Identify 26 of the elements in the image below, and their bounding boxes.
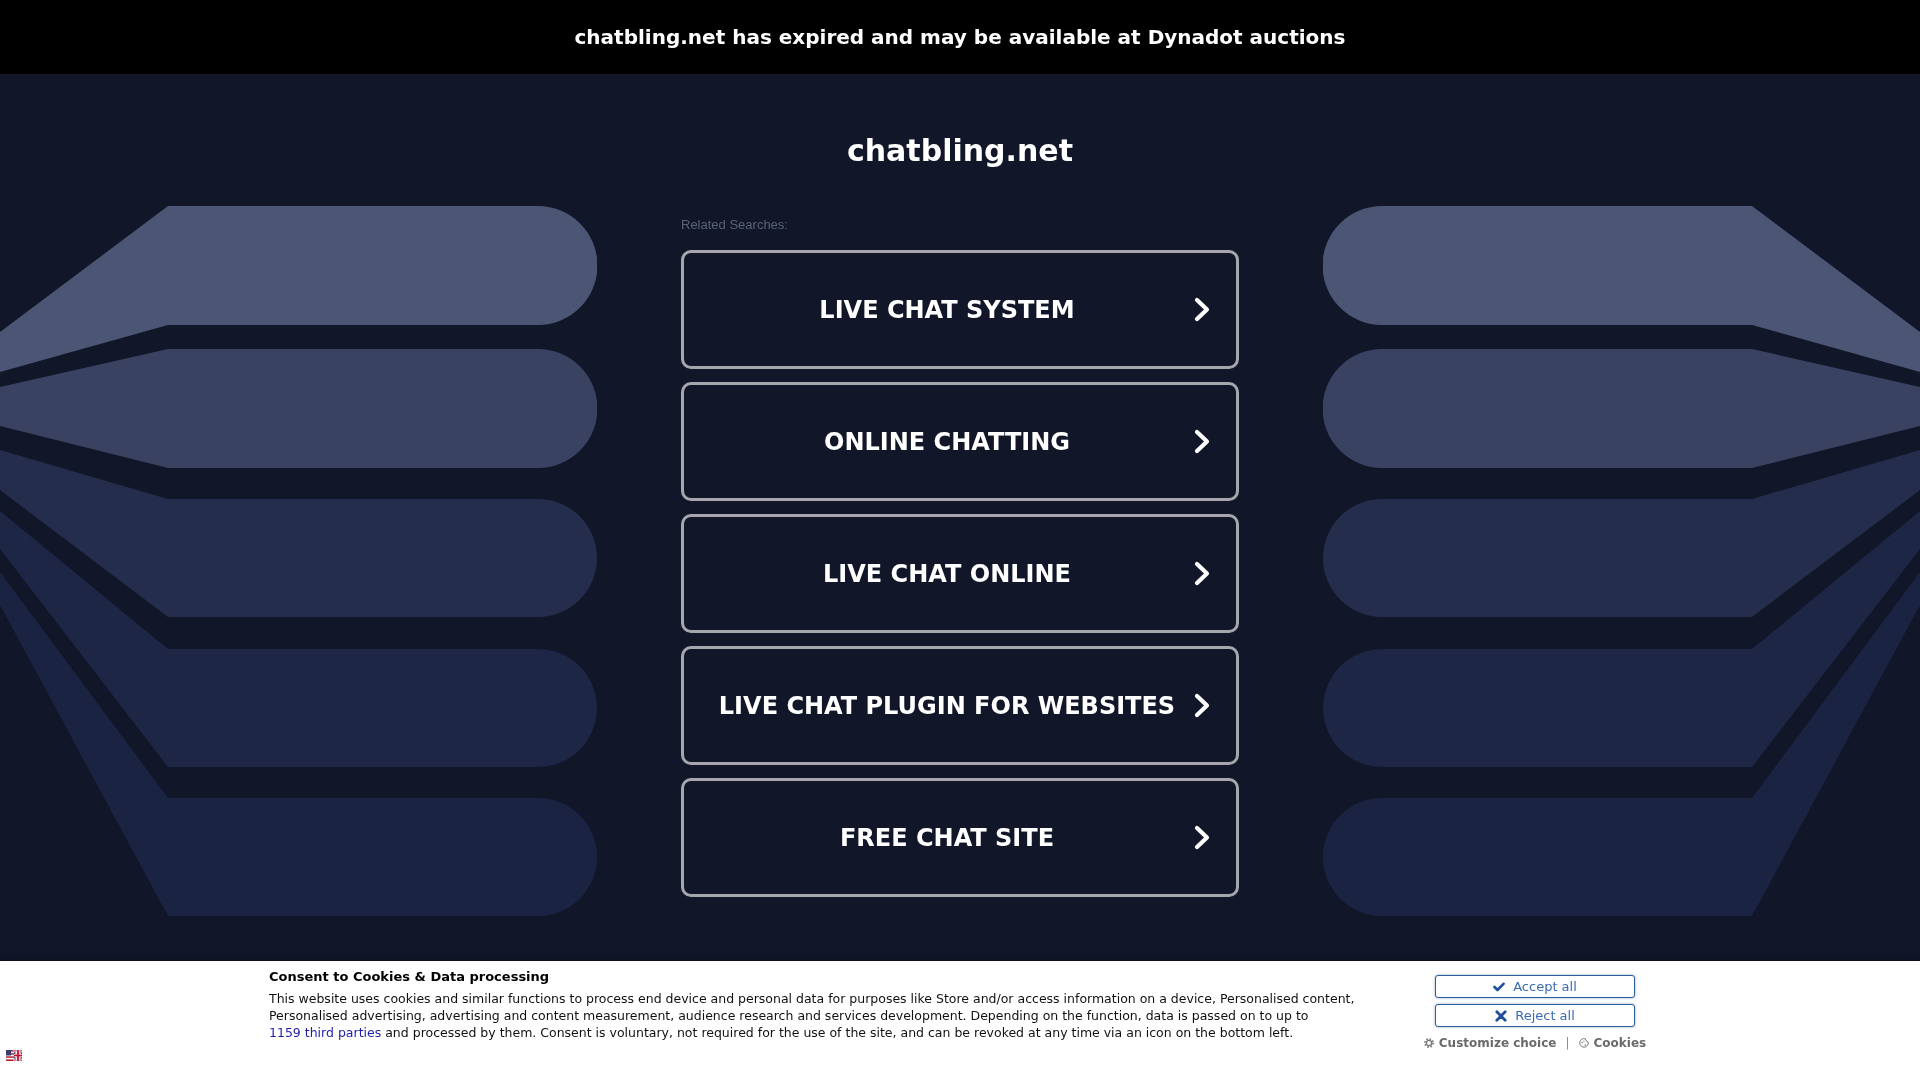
related-search-link[interactable]: FREE CHAT SITE <box>681 778 1239 897</box>
related-search-link[interactable]: LIVE CHAT SYSTEM <box>681 250 1239 369</box>
third-parties-link[interactable]: 1159 third parties <box>269 1025 382 1040</box>
chevron-right-icon <box>1194 693 1210 718</box>
close-icon <box>1495 1009 1508 1022</box>
chevron-right-icon <box>1194 297 1210 322</box>
expiry-notice: chatbling.net has expired and may be available at Dynadot auctions <box>574 25 1346 49</box>
gear-icon <box>1423 1038 1434 1048</box>
chevron-right-icon <box>1194 825 1210 850</box>
domain-title: chatbling.net <box>845 133 1074 169</box>
related-searches-label: Related Searches: <box>681 217 788 233</box>
chevron-right-icon <box>1194 429 1210 454</box>
consent-text: This website uses cookies and similar functions to process end device and personal data for purposes like Store and/or access information on a device, Personalised content, Personalised advertising, advertising and content measurement, audience research and services development. Depending on the function, data is passed on to up to 1159 third parties and processed by them. Consent is voluntary, not required for the use of the site, and can be revoked at any time via an icon on the bottom left. <box>269 990 1356 1041</box>
related-search-link[interactable]: LIVE CHAT PLUGIN FOR WEBSITES <box>681 646 1239 765</box>
consent-title: Consent to Cookies & Data processing <box>269 969 551 985</box>
chevron-right-icon <box>1194 561 1210 586</box>
related-search-link[interactable]: ONLINE CHATTING <box>681 382 1239 501</box>
reject-all-button[interactable]: Reject all <box>1435 1004 1635 1027</box>
cookie-icon <box>1578 1038 1589 1048</box>
cookies-link[interactable]: Cookies <box>1578 1035 1647 1051</box>
customize-choice-link[interactable]: Customize choice <box>1423 1035 1557 1051</box>
check-icon <box>1493 981 1506 992</box>
accept-all-button[interactable]: Accept all <box>1435 975 1635 998</box>
related-search-link[interactable]: LIVE CHAT ONLINE <box>681 514 1239 633</box>
link-separator: | <box>1565 1035 1570 1051</box>
flag-icon[interactable] <box>6 1050 22 1061</box>
